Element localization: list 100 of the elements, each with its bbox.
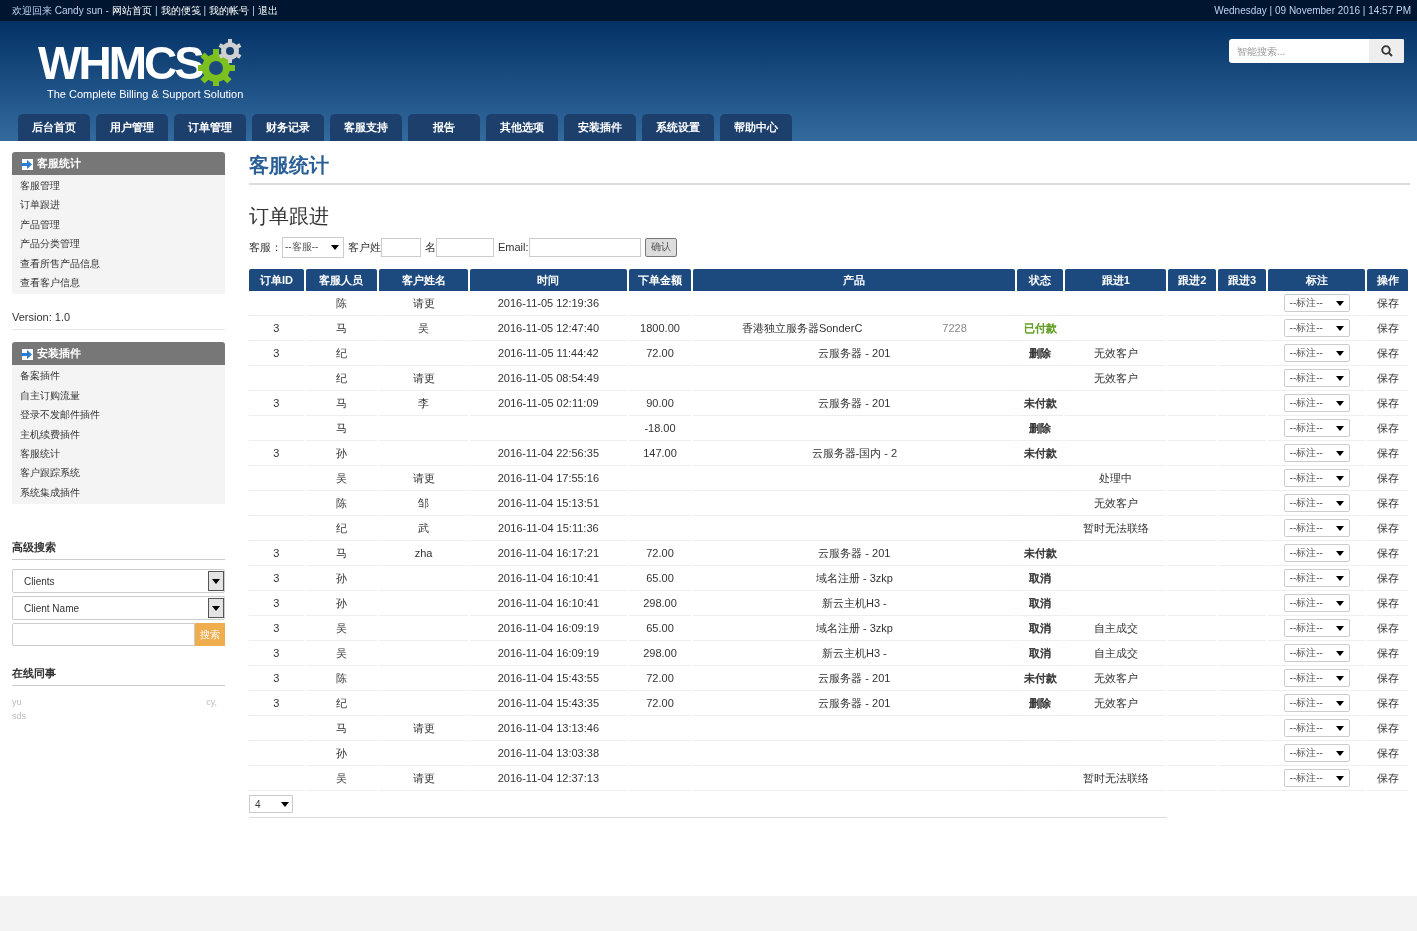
sidebar-item[interactable]: 客服统计 xyxy=(20,444,225,464)
remark-dropdown[interactable]: --标注-- xyxy=(1283,594,1350,612)
search-field[interactable]: 智能搜索... xyxy=(1229,39,1369,63)
table-cell: 云服务器 - 201 xyxy=(818,695,891,711)
save-link[interactable]: 保存 xyxy=(1376,571,1399,584)
nav-tab[interactable]: 财务记录 xyxy=(252,114,324,141)
remark-dropdown[interactable]: --标注-- xyxy=(1283,644,1350,662)
remark-dropdown[interactable]: --标注-- xyxy=(1283,719,1350,737)
sidebar-item[interactable]: 备案插件 xyxy=(20,366,225,386)
column-header: 跟进1 xyxy=(1064,269,1167,291)
sidebar-item[interactable]: 产品分类管理 xyxy=(20,234,225,254)
remark-dropdown[interactable]: --标注-- xyxy=(1283,444,1350,462)
status-text: 已付款 xyxy=(1023,321,1057,334)
sidebar-item[interactable]: 订单跟进 xyxy=(20,195,225,215)
top-link[interactable]: 退出 xyxy=(257,3,278,18)
table-cell: 2016-11-04 16:10:41 xyxy=(497,597,600,609)
arrow-icon xyxy=(21,156,34,171)
sidebar-item[interactable]: 客服管理 xyxy=(20,176,225,196)
remark-dropdown[interactable]: --标注-- xyxy=(1283,369,1350,387)
remark-dropdown[interactable]: --标注-- xyxy=(1283,694,1350,712)
save-link[interactable]: 保存 xyxy=(1376,671,1399,684)
sidebar-item[interactable]: 系统集成插件 xyxy=(20,482,225,503)
remark-dropdown[interactable]: --标注-- xyxy=(1283,544,1350,562)
dropdown[interactable]: Clients xyxy=(12,569,225,594)
save-link[interactable]: 保存 xyxy=(1376,746,1399,759)
nav-tab[interactable]: 其他选项 xyxy=(486,114,558,141)
input-field[interactable] xyxy=(528,237,641,257)
dropdown[interactable]: Client Name xyxy=(12,596,225,621)
save-link[interactable]: 保存 xyxy=(1376,396,1399,409)
remark-dropdown[interactable]: --标注-- xyxy=(1283,419,1350,437)
table-cell: 请更 xyxy=(412,371,435,384)
remark-dropdown[interactable]: --标注-- xyxy=(1283,294,1350,312)
agent-dropdown[interactable]: --客服-- xyxy=(282,236,344,258)
table-cell: 吴 xyxy=(335,646,347,659)
save-link[interactable]: 保存 xyxy=(1376,471,1399,484)
table-cell: 云服务器 - 201 xyxy=(818,395,891,411)
remark-dropdown[interactable]: --标注-- xyxy=(1283,569,1350,587)
save-link[interactable]: 保存 xyxy=(1376,621,1399,634)
nav-tab[interactable]: 订单管理 xyxy=(174,114,246,141)
save-link[interactable]: 保存 xyxy=(1376,421,1399,434)
table-cell: -18.00 xyxy=(644,422,676,434)
search-button[interactable] xyxy=(1369,39,1404,63)
remark-dropdown[interactable]: --标注-- xyxy=(1283,519,1350,537)
remark-dropdown[interactable]: --标注-- xyxy=(1283,744,1350,762)
nav-tab[interactable]: 报告 xyxy=(408,114,480,141)
input-field[interactable] xyxy=(381,237,421,257)
save-link[interactable]: 保存 xyxy=(1376,646,1399,659)
save-link[interactable]: 保存 xyxy=(1376,546,1399,559)
caret-icon xyxy=(1335,350,1344,356)
remark-dropdown[interactable]: --标注-- xyxy=(1283,769,1350,787)
remark-dropdown[interactable]: --标注-- xyxy=(1283,394,1350,412)
input-field[interactable] xyxy=(436,237,494,257)
save-link[interactable]: 保存 xyxy=(1376,321,1399,334)
column-header: 产品 xyxy=(693,269,1016,291)
remark-dropdown[interactable]: --标注-- xyxy=(1283,669,1350,687)
save-link[interactable]: 保存 xyxy=(1376,521,1399,534)
table-cell: 2016-11-04 22:56:35 xyxy=(497,447,600,459)
nav-tab[interactable]: 用户管理 xyxy=(96,114,168,141)
remark-dropdown[interactable]: --标注-- xyxy=(1283,494,1350,512)
nav-tab[interactable]: 后台首页 xyxy=(18,114,90,141)
caret-icon xyxy=(1335,650,1344,656)
save-link[interactable]: 保存 xyxy=(1376,496,1399,509)
save-link[interactable]: 保存 xyxy=(1376,771,1399,784)
column-header: 状态 xyxy=(1017,269,1063,291)
table-cell: 2016-11-04 15:13:51 xyxy=(497,497,600,509)
panel-title: 客服统计 xyxy=(37,156,81,171)
save-link[interactable]: 保存 xyxy=(1376,596,1399,609)
remark-dropdown[interactable]: --标注-- xyxy=(1283,469,1350,487)
nav-tab[interactable]: 系统设置 xyxy=(642,114,714,141)
save-link[interactable]: 保存 xyxy=(1376,446,1399,459)
top-link[interactable]: 我的帐号 xyxy=(209,3,250,18)
nav-tab[interactable]: 安装插件 xyxy=(564,114,636,141)
sidebar-item[interactable]: 客户跟踪系统 xyxy=(20,463,225,483)
sidebar-item[interactable]: 查看客户信息 xyxy=(20,273,225,293)
remark-dropdown[interactable]: --标注-- xyxy=(1283,619,1350,637)
remark-dropdown[interactable]: --标注-- xyxy=(1283,344,1350,362)
save-link[interactable]: 保存 xyxy=(1376,346,1399,359)
remark-dropdown[interactable]: --标注-- xyxy=(1283,319,1350,337)
date-time: Wednesday | 09 November 2016 | 14:57 PM xyxy=(1214,5,1411,16)
save-link[interactable]: 保存 xyxy=(1376,296,1399,309)
confirm-button[interactable]: 确认 xyxy=(644,237,677,257)
page-dropdown[interactable]: 4 xyxy=(249,795,293,813)
nav-tab[interactable]: 帮助中心 xyxy=(720,114,792,141)
nav-tab[interactable]: 客服支持 xyxy=(330,114,402,141)
sidebar-item[interactable]: 查看所售产品信息 xyxy=(20,253,225,274)
save-link[interactable]: 保存 xyxy=(1376,696,1399,709)
table-cell: 马 xyxy=(335,721,347,734)
sidebar-item[interactable]: 登录不发邮件插件 xyxy=(20,405,225,425)
caret-icon xyxy=(1335,775,1344,781)
search-input[interactable] xyxy=(12,623,195,647)
table-cell: 65.00 xyxy=(646,572,674,584)
top-link[interactable]: 网站首页 xyxy=(111,3,152,18)
sidebar-item[interactable]: 产品管理 xyxy=(20,214,225,235)
save-link[interactable]: 保存 xyxy=(1376,371,1399,384)
caret-icon xyxy=(331,244,339,250)
sidebar-item[interactable]: 自主订购流量 xyxy=(20,385,225,406)
top-link[interactable]: 我的便笺 xyxy=(160,3,201,18)
sidebar-item[interactable]: 主机续费插件 xyxy=(20,424,225,445)
section-title: 在线同事 xyxy=(12,646,225,687)
save-link[interactable]: 保存 xyxy=(1376,721,1399,734)
